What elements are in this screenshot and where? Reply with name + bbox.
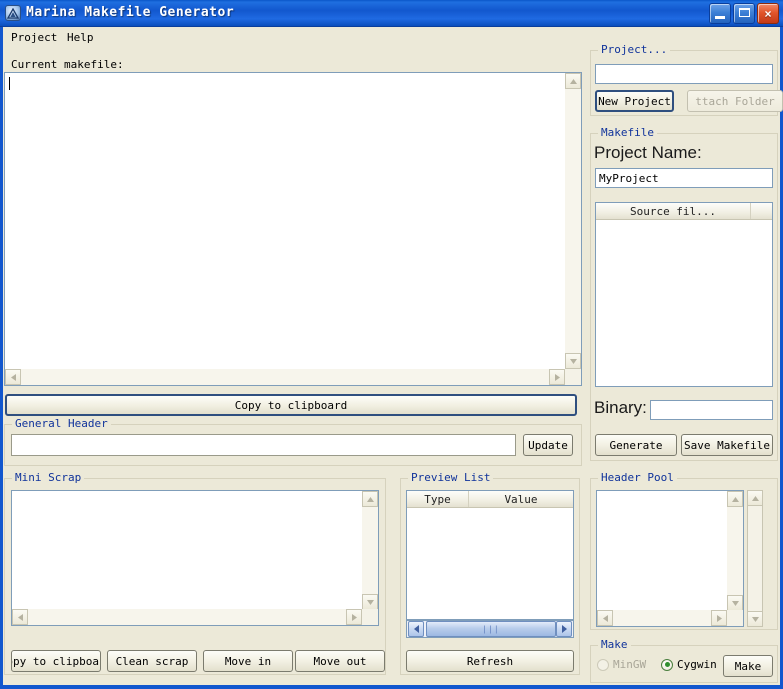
radio-dot-icon xyxy=(661,658,673,671)
preview-list-col-value[interactable]: Value xyxy=(469,491,573,507)
attach-folder-button[interactable]: ttach Folder xyxy=(687,90,783,112)
mini-scrap-textarea[interactable] xyxy=(11,490,379,626)
preview-list-hscrollbar[interactable]: ||| xyxy=(406,620,574,638)
menu-item-project[interactable]: Project xyxy=(8,30,60,45)
generate-button[interactable]: Generate xyxy=(595,434,677,456)
preview-list-body[interactable] xyxy=(407,508,573,601)
header-pool-hscroll-track[interactable] xyxy=(613,610,711,626)
move-out-button[interactable]: Move out xyxy=(295,650,385,672)
scroll-up-icon[interactable] xyxy=(747,490,763,506)
header-pool-hscrollbar[interactable] xyxy=(597,610,727,626)
make-button[interactable]: Make xyxy=(723,655,773,677)
preview-list-table[interactable]: Type Value xyxy=(406,490,574,620)
window-title: Marina Makefile Generator xyxy=(26,5,235,20)
radio-dot-icon xyxy=(597,658,609,671)
scroll-right-icon[interactable] xyxy=(556,621,572,637)
mini-scrap-vscroll-track[interactable] xyxy=(362,507,378,594)
scroll-right-icon[interactable] xyxy=(549,369,565,385)
minimize-button[interactable] xyxy=(709,3,731,24)
refresh-button[interactable]: Refresh xyxy=(406,650,574,672)
update-button[interactable]: Update xyxy=(523,434,573,456)
window-border-bottom xyxy=(0,685,783,689)
maximize-icon xyxy=(739,8,750,17)
header-pool-scroll-corner xyxy=(727,610,743,626)
radio-cygwin-label: Cygwin xyxy=(677,658,717,671)
menu-item-help[interactable]: Help xyxy=(64,30,97,45)
makefile-hscroll-track[interactable] xyxy=(21,369,549,385)
header-pool-vscrollbar[interactable] xyxy=(727,491,743,611)
scroll-left-icon[interactable] xyxy=(597,610,613,626)
header-pool-group-title: Header Pool xyxy=(598,471,677,484)
preview-list-col-type[interactable]: Type xyxy=(407,491,469,507)
makefile-vscroll-track[interactable] xyxy=(565,89,581,353)
minimize-icon xyxy=(715,16,725,19)
radio-mingw-label: MinGW xyxy=(613,658,647,671)
scroll-down-icon[interactable] xyxy=(727,595,743,611)
scroll-up-icon[interactable] xyxy=(565,73,581,89)
scroll-down-icon[interactable] xyxy=(565,353,581,369)
radio-mingw[interactable]: MinGW xyxy=(597,658,646,671)
mini-scrap-vscrollbar[interactable] xyxy=(362,491,378,610)
preview-list-hscroll-thumb[interactable]: ||| xyxy=(426,621,556,637)
mini-scrap-hscroll-track[interactable] xyxy=(28,609,346,625)
app-logo-icon xyxy=(5,5,21,21)
scroll-up-icon[interactable] xyxy=(727,491,743,507)
source-files-col-name[interactable]: Source fil... xyxy=(596,203,751,219)
scroll-grip-icon: ||| xyxy=(482,624,500,634)
text-caret xyxy=(9,77,10,90)
makefile-hscrollbar[interactable] xyxy=(5,369,565,385)
mini-scrap-scroll-corner xyxy=(362,609,378,625)
scroll-left-icon[interactable] xyxy=(408,621,424,637)
source-files-header: Source fil... xyxy=(596,203,772,220)
general-header-input[interactable] xyxy=(11,434,516,456)
move-in-button[interactable]: Move in xyxy=(203,650,293,672)
header-pool-textarea[interactable] xyxy=(596,490,744,627)
project-group-title: Project... xyxy=(598,43,671,56)
save-makefile-button[interactable]: Save Makefile xyxy=(681,434,773,456)
project-name-input[interactable]: MyProject xyxy=(595,168,773,188)
project-path-input[interactable] xyxy=(595,64,773,84)
scroll-down-icon[interactable] xyxy=(362,594,378,610)
mini-scrap-hscrollbar[interactable] xyxy=(12,609,362,625)
general-header-group-title: General Header xyxy=(12,417,111,430)
source-files-list[interactable]: Source fil... xyxy=(595,202,773,387)
preview-list-group-title: Preview List xyxy=(408,471,494,484)
new-project-button[interactable]: New Project xyxy=(595,90,674,112)
window-controls: × xyxy=(709,3,779,24)
make-group-title: Make xyxy=(598,638,631,651)
current-makefile-textarea[interactable] xyxy=(4,72,582,386)
source-files-col-extra[interactable] xyxy=(751,203,772,219)
maximize-button[interactable] xyxy=(733,3,755,24)
app-window: Marina Makefile Generator × Project Help… xyxy=(0,0,783,689)
scroll-up-icon[interactable] xyxy=(362,491,378,507)
makefile-group-title: Makefile xyxy=(598,126,657,139)
makefile-vscrollbar[interactable] xyxy=(565,73,581,369)
scroll-down-icon[interactable] xyxy=(747,611,763,627)
preview-list-header: Type Value xyxy=(407,491,573,508)
makefile-scroll-corner xyxy=(565,369,581,385)
binary-label: Binary: xyxy=(594,398,647,417)
close-button[interactable]: × xyxy=(757,3,779,24)
header-pool-outer-vscrollbar[interactable] xyxy=(747,490,763,627)
scroll-left-icon[interactable] xyxy=(5,369,21,385)
source-files-body[interactable] xyxy=(596,220,772,386)
scroll-right-icon[interactable] xyxy=(711,610,727,626)
title-bar[interactable]: Marina Makefile Generator × xyxy=(0,0,783,27)
copy-to-clipboard-button[interactable]: Copy to clipboard xyxy=(5,394,577,416)
binary-input[interactable] xyxy=(650,400,773,420)
scrap-copy-to-clipboard-button[interactable]: opy to clipboar xyxy=(11,650,101,672)
scroll-right-icon[interactable] xyxy=(346,609,362,625)
mini-scrap-group-title: Mini Scrap xyxy=(12,471,85,484)
scroll-left-icon[interactable] xyxy=(12,609,28,625)
close-icon: × xyxy=(764,6,772,21)
header-pool-vscroll-track[interactable] xyxy=(727,507,743,595)
window-border-left xyxy=(0,27,3,689)
clean-scrap-button[interactable]: Clean scrap xyxy=(107,650,197,672)
app-logo-glyph xyxy=(7,8,19,19)
project-name-label: Project Name: xyxy=(594,143,702,162)
radio-cygwin[interactable]: Cygwin xyxy=(661,658,717,671)
current-makefile-label: Current makefile: xyxy=(11,58,124,71)
